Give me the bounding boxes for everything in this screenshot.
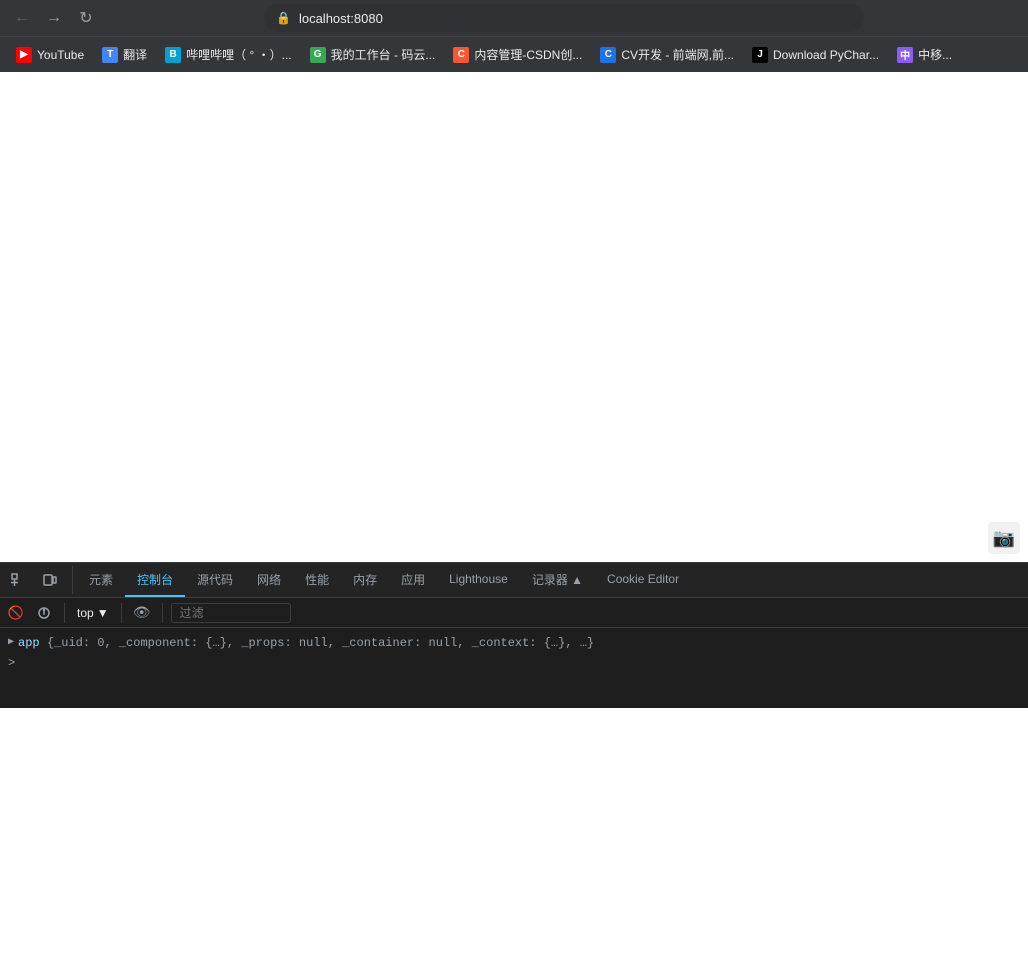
console-content: ▶ app {_uid: 0, _component: {…}, _props:… <box>0 628 1028 708</box>
bookmark-work[interactable]: G 我的工作台 - 码云... <box>302 42 444 67</box>
bookmark-more[interactable]: 中 中移... <box>889 42 960 67</box>
bookmark-bilibili-label: 哔哩哔哩（ ° ・）... <box>186 46 291 63</box>
toolbar-separator-3 <box>162 603 163 623</box>
tab-memory[interactable]: 内存 <box>341 563 389 597</box>
favicon-csdn: C <box>453 47 469 63</box>
bookmarks-bar: ▶ YouTube T 翻译 B 哔哩哔哩（ ° ・）... G 我的工作台 -… <box>0 36 1028 72</box>
devtools-toolbar: 元素 控制台 源代码 网络 性能 内存 应用 Lighthouse <box>0 563 1028 598</box>
tab-elements[interactable]: 元素 <box>77 563 125 597</box>
clear-console-button[interactable]: 🚫 <box>4 601 28 625</box>
bookmark-cv[interactable]: C CV开发 - 前端网,前... <box>592 42 742 67</box>
bookmark-csdn-label: 内容管理-CSDN创... <box>474 46 582 63</box>
prompt-symbol: > <box>8 656 15 670</box>
bookmark-bilibili[interactable]: B 哔哩哔哩（ ° ・）... <box>157 42 299 67</box>
console-log-line: ▶ app {_uid: 0, _component: {…}, _props:… <box>0 632 1028 654</box>
bookmark-more-label: 中移... <box>918 46 952 63</box>
bookmark-csdn[interactable]: C 内容管理-CSDN创... <box>445 42 590 67</box>
console-toolbar: 🚫 top ▼ 👁 <box>0 598 1028 628</box>
tab-cookie-editor[interactable]: Cookie Editor <box>595 563 691 597</box>
address-bar[interactable]: 🔒 localhost:8080 <box>264 4 864 32</box>
console-prompt-line[interactable]: > <box>0 654 1028 672</box>
devtools-panel: 元素 控制台 源代码 网络 性能 内存 应用 Lighthouse <box>0 562 1028 708</box>
favicon-pycharm: J <box>752 47 768 63</box>
favicon-cv: C <box>600 47 616 63</box>
favicon-work: G <box>310 47 326 63</box>
context-label: top <box>77 606 94 620</box>
bookmark-work-label: 我的工作台 - 码云... <box>331 46 436 63</box>
back-button[interactable]: ← <box>8 4 36 32</box>
tab-recorder[interactable]: 记录器 ▲ <box>520 563 595 597</box>
bookmark-youtube-label: YouTube <box>37 48 84 62</box>
toolbar-separator <box>64 603 65 623</box>
messages-toggle[interactable] <box>32 601 56 625</box>
address-text: localhost:8080 <box>299 11 383 26</box>
bookmark-translate[interactable]: T 翻译 <box>94 42 155 67</box>
toolbar-separator-2 <box>121 603 122 623</box>
devtools-tabs: 元素 控制台 源代码 网络 性能 内存 应用 Lighthouse <box>77 563 1024 597</box>
space <box>40 634 47 652</box>
favicon-youtube: ▶ <box>16 47 32 63</box>
reload-button[interactable]: ↻ <box>72 4 100 32</box>
bookmark-pycharm-label: Download PyChar... <box>773 48 879 62</box>
context-selector[interactable]: top ▼ <box>73 604 113 622</box>
bookmark-pycharm[interactable]: J Download PyChar... <box>744 43 887 67</box>
console-line-content: {_uid: 0, _component: {…}, _props: null,… <box>47 634 594 652</box>
nav-buttons: ← → ↻ <box>8 4 100 32</box>
title-bar: ← → ↻ 🔒 localhost:8080 <box>0 0 1028 36</box>
bookmark-cv-label: CV开发 - 前端网,前... <box>621 46 734 63</box>
screenshot-icon: 📷 <box>988 522 1020 554</box>
bookmark-youtube[interactable]: ▶ YouTube <box>8 43 92 67</box>
tab-sources[interactable]: 源代码 <box>185 563 245 597</box>
filter-input[interactable] <box>171 603 291 623</box>
browser-chrome: ← → ↻ 🔒 localhost:8080 ▶ YouTube T 翻译 B … <box>0 0 1028 72</box>
tab-network[interactable]: 网络 <box>245 563 293 597</box>
eye-button[interactable]: 👁 <box>130 601 154 625</box>
var-name: app <box>18 634 40 652</box>
context-arrow: ▼ <box>97 606 109 620</box>
devtools-icon-group <box>4 566 73 594</box>
favicon-bilibili: B <box>165 47 181 63</box>
bookmark-translate-label: 翻译 <box>123 46 147 63</box>
forward-button[interactable]: → <box>40 4 68 32</box>
favicon-translate: T <box>102 47 118 63</box>
tab-performance[interactable]: 性能 <box>293 563 341 597</box>
expand-arrow[interactable]: ▶ <box>8 634 14 652</box>
lock-icon: 🔒 <box>276 11 291 25</box>
tab-lighthouse[interactable]: Lighthouse <box>437 563 520 597</box>
tab-console[interactable]: 控制台 <box>125 563 185 597</box>
device-toolbar-button[interactable] <box>36 566 64 594</box>
inspect-element-button[interactable] <box>4 566 32 594</box>
favicon-more: 中 <box>897 47 913 63</box>
page-content: 📷 <box>0 72 1028 562</box>
tab-application[interactable]: 应用 <box>389 563 437 597</box>
